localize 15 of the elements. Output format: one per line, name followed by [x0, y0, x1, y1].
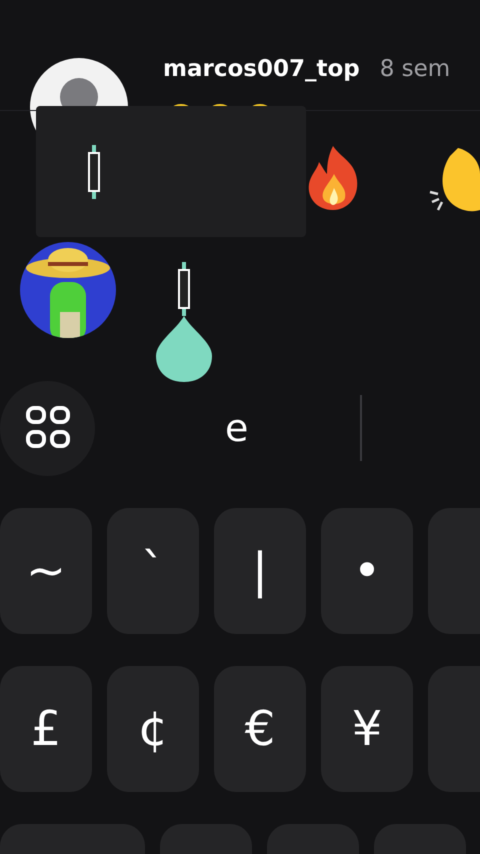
keyboard-key[interactable]: £: [0, 666, 92, 792]
keyboard-key[interactable]: €: [214, 666, 306, 792]
grid-icon: [24, 405, 70, 451]
keyboard-key[interactable]: •: [321, 508, 413, 634]
keyboard-key[interactable]: ¢: [107, 666, 199, 792]
keyboard-key[interactable]: ~: [0, 508, 92, 634]
keyboard-key[interactable]: `: [107, 508, 199, 634]
text-cursor-icon: [177, 262, 191, 316]
keyboard-key[interactable]: |: [214, 508, 306, 634]
drop-handle-icon[interactable]: [156, 316, 212, 382]
text-cursor-icon: [87, 144, 101, 198]
comment-time: 8 sem: [380, 55, 450, 84]
username[interactable]: marcos007_top: [163, 52, 360, 86]
suggestion-word[interactable]: e: [225, 400, 248, 456]
keyboard-key[interactable]: ¥: [321, 666, 413, 792]
